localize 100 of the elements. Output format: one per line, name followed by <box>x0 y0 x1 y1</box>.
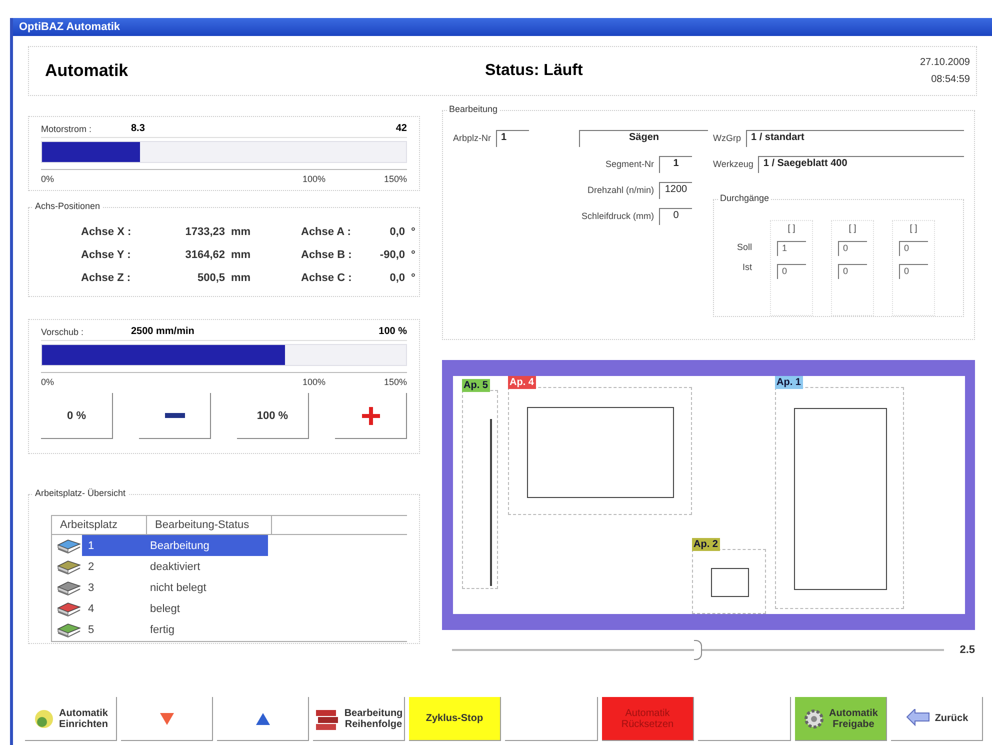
row-number: 1 <box>87 540 96 552</box>
field-label: Arbplz-Nr <box>453 133 492 143</box>
value-field[interactable]: 0 <box>838 241 867 256</box>
row-label: Ist <box>742 262 752 272</box>
axis-value: 500,5 <box>196 272 226 284</box>
axis-unit: mm <box>231 249 252 261</box>
time-text: 08:54:59 <box>931 74 970 85</box>
workplace-label: Ap. 1 <box>774 376 803 389</box>
page-title: Automatik <box>45 61 130 81</box>
row-status: nicht belegt <box>150 582 206 594</box>
column-header: [ ] <box>788 223 796 233</box>
order-button[interactable]: Bearbeitung Reihenfolge <box>313 697 405 741</box>
panel-title: Arbeitsplatz- Übersicht <box>33 488 128 498</box>
row-status: Bearbeitung <box>150 540 210 552</box>
axis-value: 1733,23 <box>184 226 226 238</box>
feed-value: 2500 mm/min <box>131 326 196 337</box>
row-status: fertig <box>150 624 174 636</box>
row-number: 4 <box>87 602 96 614</box>
axis-unit: ° <box>411 272 416 284</box>
motor-current-label: Motorstrom : <box>41 124 93 134</box>
row-number: 5 <box>87 624 96 636</box>
field-label: WzGrp <box>713 133 741 143</box>
value-field[interactable]: 0 <box>659 208 692 224</box>
percent-button[interactable]: 0 % <box>41 393 113 439</box>
up-triangle-icon <box>254 712 270 726</box>
axis-label: Achse A : <box>301 226 352 238</box>
motor-current-value: 8.3 <box>131 123 146 134</box>
value-field[interactable]: 1 <box>659 156 692 172</box>
percent-button[interactable]: 100 % <box>237 393 309 439</box>
value-field[interactable]: 1 <box>777 241 806 256</box>
axis-unit: mm <box>231 272 252 284</box>
column-header: Bearbeitung-Status <box>147 516 272 534</box>
window-title: OptiBAZ Automatik <box>13 18 992 36</box>
axis-value: 3164,62 <box>184 249 226 261</box>
panel-title: Achs-Positionen <box>33 201 102 211</box>
table-row[interactable]: 5 fertig <box>82 619 268 640</box>
axis-label: Achse Z : <box>81 272 132 284</box>
axis-value: 0,0 <box>388 226 406 238</box>
status-text: Status: Läuft <box>485 62 584 80</box>
number-field[interactable]: 1 <box>496 130 530 146</box>
value-field[interactable]: 1200 <box>659 182 692 198</box>
table-row[interactable]: 2 deaktiviert <box>82 556 268 577</box>
date-text: 27.10.2009 <box>920 57 970 68</box>
field-label: Werkzeug <box>713 159 754 169</box>
setup-button[interactable]: Automatik Einrichten <box>25 697 117 741</box>
back-arrow-icon <box>904 708 931 728</box>
stop-button[interactable]: Zyklus-Stop <box>409 697 501 741</box>
feed-reading: 100 % <box>378 326 407 337</box>
axis-unit: mm <box>231 226 252 238</box>
gear-icon <box>803 708 826 730</box>
scale-label: 150% <box>384 377 407 387</box>
back-button[interactable]: Zurück <box>891 697 983 741</box>
scale-label: 0% <box>41 174 54 184</box>
value-field[interactable]: 0 <box>777 264 806 279</box>
panel-title: Bearbeitung <box>447 104 500 114</box>
minus-icon <box>164 412 184 418</box>
value-field[interactable]: 0 <box>899 264 928 279</box>
tool-field[interactable]: 1 / standart <box>746 130 964 146</box>
row-number: 3 <box>87 582 96 594</box>
row-status: deaktiviert <box>150 560 200 572</box>
table-row[interactable]: 3 nicht belegt <box>82 577 268 598</box>
row-status: belegt <box>150 602 180 614</box>
zoom-reading: 2.5 <box>960 644 975 656</box>
axis-label: Achse X : <box>81 226 132 238</box>
value-field[interactable]: 0 <box>838 264 867 279</box>
feed-label: Vorschub : <box>41 326 85 336</box>
axis-value: -90,0 <box>378 249 406 261</box>
table-row[interactable]: 1 Bearbeitung <box>82 535 268 556</box>
axis-unit: ° <box>411 226 416 238</box>
column-header: [ ] <box>910 223 918 233</box>
workplace-label: Ap. 2 <box>692 538 720 551</box>
down-triangle-icon <box>158 712 174 726</box>
column-header: [ ] <box>848 223 856 233</box>
workplace-label: Ap. 4 <box>508 376 536 389</box>
motor-current-reading: 42 <box>396 123 407 134</box>
plus-icon <box>362 406 380 424</box>
field-label: Schleifdruck (mm) <box>581 211 654 221</box>
release-button[interactable]: Automatik Freigabe <box>795 697 887 741</box>
column-header: Arbeitsplatz <box>52 516 147 534</box>
slider-thumb[interactable] <box>694 640 702 660</box>
row-number: 2 <box>87 560 96 572</box>
workplace-label: Ap. 5 <box>462 379 490 392</box>
axis-label: Achse Y : <box>81 249 132 261</box>
operation-field[interactable]: Sägen <box>579 130 708 146</box>
table-row[interactable]: 4 belegt <box>82 598 268 619</box>
scale-label: 100% <box>302 377 326 387</box>
axis-label: Achse B : <box>301 249 353 261</box>
axis-unit: ° <box>411 249 416 261</box>
field-label: Segment-Nr <box>605 159 654 169</box>
field-label: Drehzahl (n/min) <box>587 185 654 195</box>
setup-icon <box>33 708 56 730</box>
axis-value: 0,0 <box>388 272 406 284</box>
tool-field[interactable]: 1 / Saegeblatt 400 <box>758 156 964 172</box>
scale-label: 100% <box>302 174 326 184</box>
value-field[interactable]: 0 <box>899 241 928 256</box>
panel-title: Durchgänge <box>718 193 772 203</box>
scale-label: 0% <box>41 377 54 387</box>
row-label: Soll <box>736 242 752 252</box>
workpiece-outline <box>710 568 748 597</box>
axis-label: Achse C : <box>301 272 353 284</box>
